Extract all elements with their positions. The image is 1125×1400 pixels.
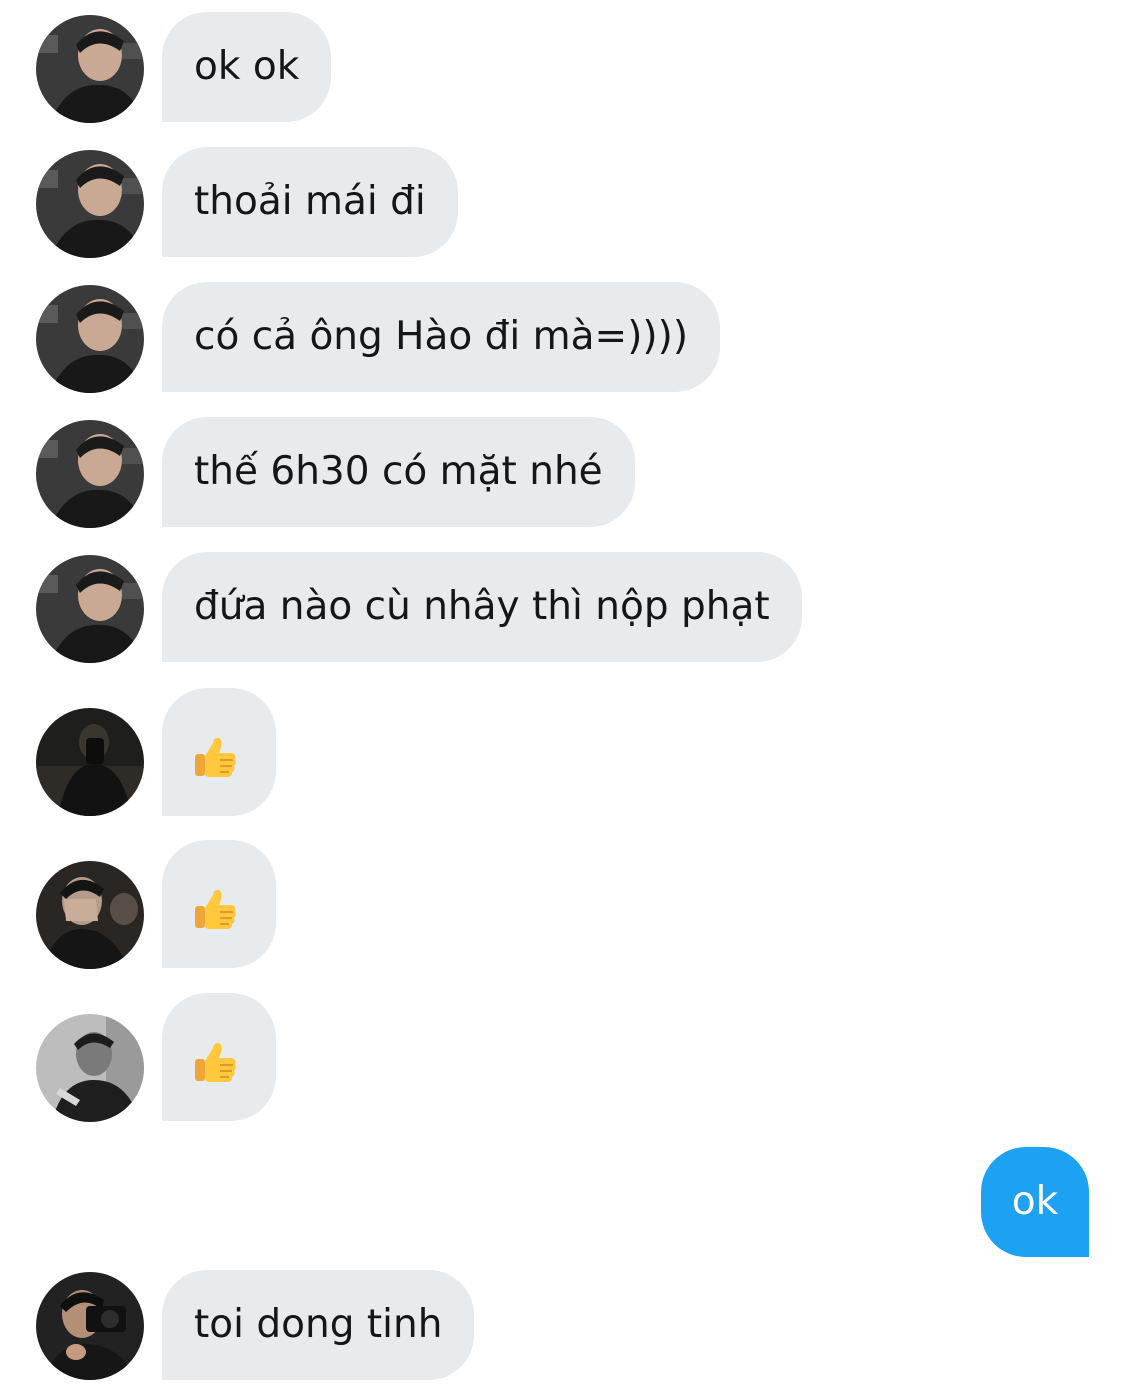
avatar-photo xyxy=(36,708,144,816)
message-bubble[interactable] xyxy=(162,993,276,1121)
thumbs-up-icon xyxy=(192,734,238,780)
avatar[interactable] xyxy=(36,150,144,258)
avatar[interactable] xyxy=(36,861,144,969)
avatar-photo xyxy=(36,1272,144,1380)
message-bubble-sent[interactable]: ok xyxy=(981,1147,1089,1257)
avatar[interactable] xyxy=(36,1014,144,1122)
avatar-photo xyxy=(36,150,144,258)
avatar-photo xyxy=(36,285,144,393)
avatar-photo xyxy=(36,555,144,663)
message-bubble[interactable]: đứa nào cù nhây thì nộp phạt xyxy=(162,552,802,662)
message-bubble[interactable]: ok ok xyxy=(162,12,332,122)
avatar[interactable] xyxy=(36,1272,144,1380)
avatar[interactable] xyxy=(36,285,144,393)
message-bubble[interactable]: có cả ông Hào đi mà=)))) xyxy=(162,282,721,392)
avatar[interactable] xyxy=(36,555,144,663)
thumbs-up-icon xyxy=(192,886,238,932)
avatar-photo xyxy=(36,15,144,123)
avatar-photo xyxy=(36,1014,144,1122)
avatar[interactable] xyxy=(36,708,144,816)
message-bubble[interactable]: toi dong tinh xyxy=(162,1270,475,1380)
message-bubble[interactable]: thoải mái đi xyxy=(162,147,458,257)
message-bubble[interactable] xyxy=(162,688,276,816)
avatar-photo xyxy=(36,420,144,528)
message-bubble[interactable]: thế 6h30 có mặt nhé xyxy=(162,417,635,527)
avatar[interactable] xyxy=(36,15,144,123)
avatar[interactable] xyxy=(36,420,144,528)
thumbs-up-icon xyxy=(192,1039,238,1085)
avatar-photo xyxy=(36,861,144,969)
message-bubble[interactable] xyxy=(162,840,276,968)
